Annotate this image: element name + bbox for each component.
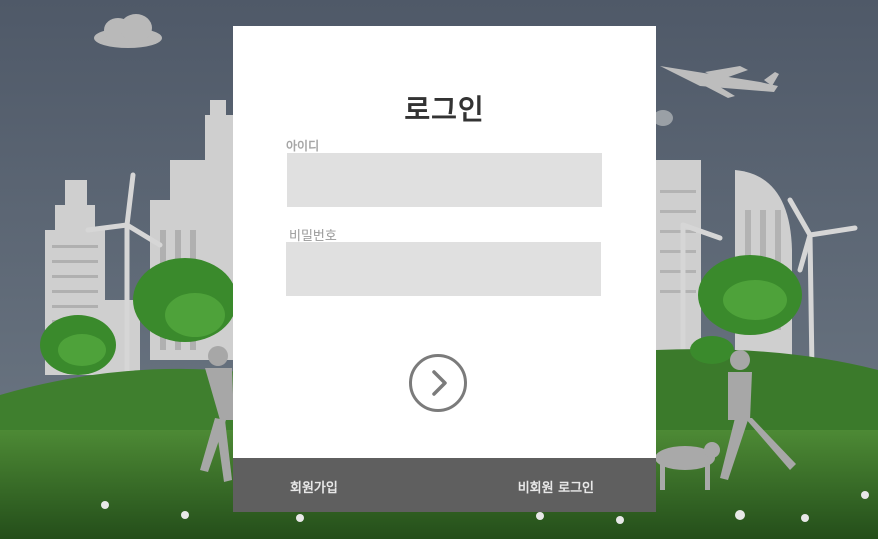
page-title: 로그인 <box>404 93 485 126</box>
cloud <box>653 110 673 126</box>
id-input[interactable] <box>287 153 602 207</box>
login-footer: 회원가입 비회원 로그인 <box>233 458 656 512</box>
chevron-right-icon <box>432 370 447 396</box>
guest-login-link[interactable]: 비회원 로그인 <box>518 477 594 496</box>
signup-link[interactable]: 회원가입 <box>290 477 338 496</box>
id-label: 아이디 <box>286 139 320 153</box>
password-input[interactable] <box>286 242 601 296</box>
login-panel: 로그인 아이디 비밀번호 회원가입 비회원 로그인 <box>233 26 656 512</box>
login-submit-button[interactable] <box>409 354 467 412</box>
